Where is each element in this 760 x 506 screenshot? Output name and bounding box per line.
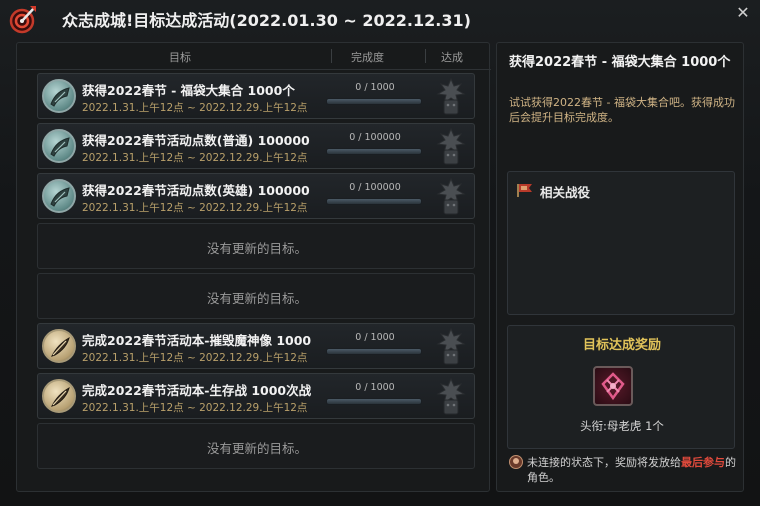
related-battles-title: 相关战役 <box>540 185 591 200</box>
goal-progress-text: 0 / 100000 <box>349 182 401 193</box>
horn-icon <box>42 179 76 213</box>
goal-progress-text: 0 / 1000 <box>355 82 395 93</box>
goal-date-range: 2022.1.31.上午12点 ~ 2022.12.29.上午12点 <box>82 152 308 164</box>
goal-date-range: 2022.1.31.上午12点 ~ 2022.12.29.上午12点 <box>82 402 308 414</box>
goal-date-range: 2022.1.31.上午12点 ~ 2022.12.29.上午12点 <box>82 352 308 364</box>
goal-row[interactable]: 获得2022春节活动点数(普通) 100000 2022.1.31.上午12点 ~… <box>37 123 475 169</box>
empty-goal-row: 没有更新的目标。 <box>37 273 475 319</box>
close-button[interactable]: ✕ <box>734 4 752 22</box>
goal-row[interactable]: 获得2022春节 - 福袋大集合 1000个 2022.1.31.上午12点 ~ … <box>37 73 475 119</box>
goal-date-range: 2022.1.31.上午12点 ~ 2022.12.29.上午12点 <box>82 102 308 114</box>
character-face-icon <box>509 455 523 469</box>
goal-row[interactable]: 完成2022春节活动本-摧毁魔神像 1000 2022.1.31.上午12点 ~ … <box>37 323 475 369</box>
demon-statue-icon <box>434 177 468 216</box>
reward-box: 目标达成奖励 头衔:母老虎 1个 <box>507 325 735 449</box>
goal-date-range: 2022.1.31.上午12点 ~ 2022.12.29.上午12点 <box>82 202 308 214</box>
event-window: 众志成城!目标达成活动(2022.01.30 ~ 2022.12.31) ✕ 目… <box>0 0 760 506</box>
goal-progress-bar <box>326 148 422 155</box>
goal-progress-bar <box>326 398 422 405</box>
knot-emblem-icon <box>601 372 625 401</box>
notice-highlight: 最后参与 <box>681 456 725 469</box>
demon-statue-icon <box>434 127 468 166</box>
horn-icon <box>42 79 76 113</box>
demon-statue-icon <box>434 77 468 116</box>
empty-goal-row: 没有更新的目标。 <box>37 423 475 469</box>
target-emblem-icon <box>9 6 36 34</box>
column-divider <box>425 49 426 63</box>
detail-description: 试试获得2022春节 - 福袋大集合吧。获得成功后会提升目标完成度。 <box>509 96 735 124</box>
column-header-progress: 完成度 <box>351 51 384 64</box>
demon-statue-icon <box>434 327 468 366</box>
empty-row-text: 没有更新的目标。 <box>206 291 307 306</box>
reward-label: 头衔:母老虎 1个 <box>580 419 664 433</box>
goal-list-panel: 目标 完成度 达成 获得2022春节 - 福袋大集合 1000个 2022.1.3… <box>16 42 491 492</box>
goal-row[interactable]: 获得2022春节活动点数(英雄) 100000 2022.1.31.上午12点 ~… <box>37 173 475 219</box>
goal-title: 获得2022春节活动点数(普通) 100000 <box>82 133 310 148</box>
goal-title: 完成2022春节活动本-摧毁魔神像 1000 <box>82 333 312 348</box>
title-bar: 众志成城!目标达成活动(2022.01.30 ~ 2022.12.31) ✕ <box>0 0 760 36</box>
column-header-achieve: 达成 <box>441 51 463 64</box>
column-headers: 目标 完成度 达成 <box>17 43 491 70</box>
window-title: 众志成城!目标达成活动(2022.01.30 ~ 2022.12.31) <box>62 11 471 30</box>
column-divider <box>331 49 332 63</box>
reward-title-item[interactable] <box>593 366 633 406</box>
goal-title: 获得2022春节活动点数(英雄) 100000 <box>82 183 310 198</box>
goal-progress-text: 0 / 100000 <box>349 132 401 143</box>
empty-goal-row: 没有更新的目标。 <box>37 223 475 269</box>
goal-progress-bar <box>326 198 422 205</box>
quill-icon <box>42 379 76 413</box>
empty-row-text: 没有更新的目标。 <box>206 241 307 256</box>
goal-title: 完成2022春节活动本-生存战 1000次战 <box>82 383 312 398</box>
detail-title: 获得2022春节 - 福袋大集合 1000个 <box>509 55 731 70</box>
notice-prefix: 未连接的状态下，奖励将发放给 <box>527 456 681 469</box>
horn-icon <box>42 129 76 163</box>
quill-icon <box>42 329 76 363</box>
goal-progress-bar <box>326 98 422 105</box>
reward-title: 目标达成奖励 <box>582 338 661 353</box>
demon-statue-icon <box>434 377 468 416</box>
goal-row[interactable]: 完成2022春节活动本-生存战 1000次战 2022.1.31.上午12点 ~ … <box>37 373 475 419</box>
goal-progress-bar <box>326 348 422 355</box>
column-header-goal: 目标 <box>169 51 191 64</box>
battle-banner-icon <box>517 184 532 197</box>
goal-title: 获得2022春节 - 福袋大集合 1000个 <box>82 83 295 98</box>
goal-progress-text: 0 / 1000 <box>355 332 395 343</box>
related-battles-box: 相关战役 <box>507 171 735 315</box>
goal-detail-panel: 获得2022春节 - 福袋大集合 1000个 试试获得2022春节 - 福袋大集… <box>496 42 744 492</box>
empty-row-text: 没有更新的目标。 <box>206 441 307 456</box>
delivery-notice: 未连接的状态下，奖励将发放给最后参与的角色。 <box>509 455 737 485</box>
goal-progress-text: 0 / 1000 <box>355 382 395 393</box>
